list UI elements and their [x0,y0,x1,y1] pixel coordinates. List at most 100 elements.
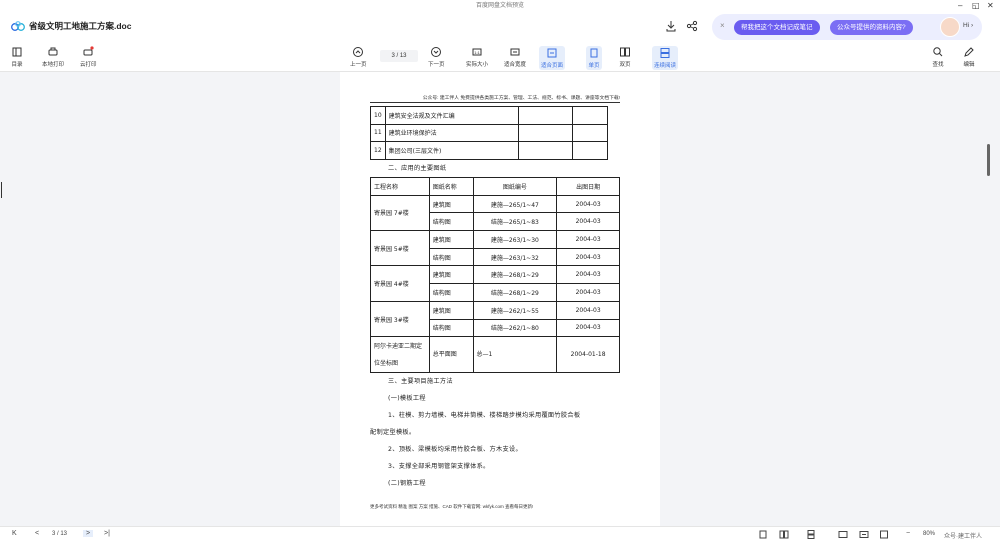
close-window-button[interactable]: ✕ [987,0,994,12]
continuous-read-label: 连续阅读 [654,63,677,69]
section-2-heading: 二、应用的主要图纸 [388,165,447,172]
first-page-button[interactable]: K [12,530,17,537]
table-row: 寄景园 4#楼 建筑图 建施—268/1~29 2004-03 [370,265,620,302]
table-cell: 建筑图 [428,230,474,249]
table-cell: 2004-03 [556,265,620,285]
paragraph-1: 1、柱模、剪力墙模、电梯井筒模、楼梯踏步模均采用覆面竹胶合板 [388,412,581,419]
table-cell: 结施—265/1~83 [472,212,558,232]
double-page-icon [620,47,630,57]
subsection-formwork: (一)模板工程 [388,395,426,402]
table-row: 寄景园 3#楼 建筑图 建施—262/1~55 2004-03 [370,300,620,338]
table-cell: 结构图 [428,318,474,338]
table-row: 11 建筑业环境保护法 [370,123,608,142]
download-icon[interactable] [665,20,677,32]
single-page-icon [590,48,598,58]
drawings-table: 工程名称 图纸名称 图纸编号 出图日期 寄景园 7#楼 建筑图 建施—265/1~47 200… [370,177,620,374]
table-cell: 2004-03 [556,318,620,338]
paragraph-1-continued: 配制定型模板。 [370,429,416,436]
table-header-cell: 工程名称 [370,177,430,196]
watermark-text: 众号·建工伴人 [944,534,982,540]
fit-width-button[interactable]: 适合宽度 [504,46,526,68]
share-icon[interactable] [686,20,698,32]
status-prev-page-button[interactable]: < [35,530,39,537]
paragraph-2: 2、顶板、梁模板均采用竹胶合板、方木支设。 [388,446,522,453]
prev-page-button[interactable]: 上一页 [350,46,367,68]
project-name-cell: 寄景园 7#楼 [370,194,430,232]
table-row: 12 集团公司(三层文件) [370,141,608,160]
catalog-button[interactable]: 目录 [11,46,23,68]
continuous-read-icon [660,48,670,58]
baidu-netdisk-logo-icon [11,21,25,31]
actual-size-icon: 1:1 [472,48,482,56]
vertical-scrollbar-thumb[interactable] [987,144,990,176]
zoom-level: 80% [923,531,936,537]
cloud-printer-icon [83,46,94,56]
edit-button[interactable]: 编辑 [963,46,975,68]
table-cell: 11 [370,123,386,142]
status-single-page-icon[interactable] [758,530,768,539]
table-cell: 建施—265/1~47 [472,194,558,214]
status-bar: K < 3 / 13 > >| − 80% 众号·建工伴人 [0,526,1000,541]
table-row: 10 建筑安全法规及文件汇编 [370,106,608,125]
table-header-cell: 出图日期 [556,177,620,196]
ai-greeting-button[interactable]: Hi › [963,22,973,29]
table-cell: 2004-03 [556,194,620,214]
prev-page-label: 上一页 [350,62,367,68]
document-workspace[interactable]: 公众号: 建工伴人 免费提供各类施工方案、管理、工法、规范、标书、课题、讲座等文… [0,72,1000,526]
section-3-heading: 三、主要项目施工方法 [388,378,453,385]
fit-width-icon [510,48,520,56]
status-fit-width-icon[interactable] [859,530,869,539]
status-continuous-icon[interactable] [806,530,816,539]
actual-size-button[interactable]: 1:1 实际大小 [466,46,488,68]
status-double-page-icon[interactable] [779,530,789,539]
ai-suggestion-content-chip[interactable]: 公众号提供的资料内容? [830,20,913,35]
last-page-button[interactable]: >| [104,530,110,537]
viewer-toolbar: 目录 本地打印 云打印 上一页 3 / 13 下一页 1:1 实际大小 适合宽度… [0,42,1000,72]
cloud-print-label: 云打印 [80,62,97,68]
table-cell [572,106,608,125]
window-title: 百度网盘文档预览 [475,3,524,9]
fit-page-button[interactable]: 适合页面 [539,46,566,70]
status-actual-size-icon[interactable] [838,530,848,539]
document-header: 省级文明工地施工方案.doc × 帮我把这个文档记成笔记 公众号提供的资料内容?… [0,12,1000,42]
regulations-table: 10 建筑安全法规及文件汇编 11 建筑业环境保护法 12 集团公司(三层文件) [370,106,608,160]
page-number-input[interactable]: 3 / 13 [380,50,418,62]
restore-button[interactable]: ◱ [972,0,980,12]
table-cell: 建筑图 [428,194,474,214]
table-cell: 10 [370,106,386,125]
zoom-out-button[interactable]: − [906,530,910,537]
ai-suggestion-notes-chip[interactable]: 帮我把这个文档记成笔记 [734,20,820,35]
chevron-up-circle-icon [353,47,364,57]
search-label: 查找 [932,62,944,68]
status-page-indicator: 3 / 13 [52,531,68,537]
table-cell: 结构图 [428,212,474,232]
table-cell [572,141,608,160]
double-page-button[interactable]: 双页 [619,46,631,68]
project-name-cell: 寄景园 3#楼 [370,300,430,338]
cloud-print-button[interactable]: 云打印 [80,46,97,68]
table-cell: 建施—268/1~29 [472,265,558,285]
status-fit-page-icon[interactable] [879,530,889,539]
window-title-bar: 百度网盘文档预览 [0,0,1000,12]
ai-avatar[interactable] [940,17,960,37]
table-cell: 2004-03 [556,283,620,302]
chevron-down-circle-icon [431,47,442,57]
continuous-read-button[interactable]: 连续阅读 [652,46,679,70]
table-cell: 建筑图 [428,265,474,285]
ai-assistant-bar: × 帮我把这个文档记成笔记 公众号提供的资料内容? Hi › [712,14,982,40]
status-next-page-button[interactable]: > [83,530,94,537]
local-print-button[interactable]: 本地打印 [42,46,64,68]
next-page-label: 下一页 [428,62,445,68]
document-page: 公众号: 建工伴人 免费提供各类施工方案、管理、工法、规范、标书、课题、讲座等文… [340,72,660,526]
pencil-icon [964,47,974,57]
table-header-row: 工程名称 图纸名称 图纸编号 出图日期 [370,177,620,196]
table-cell [572,123,608,142]
actual-size-label: 实际大小 [466,62,489,68]
search-button[interactable]: 查找 [932,46,944,68]
fit-page-icon [547,48,557,58]
single-page-button[interactable]: 单页 [586,46,602,70]
minimize-button[interactable]: – [958,0,962,12]
table-cell: 建筑业环境保护法 [384,123,519,142]
ai-bar-close-button[interactable]: × [720,21,725,30]
next-page-button[interactable]: 下一页 [428,46,445,68]
